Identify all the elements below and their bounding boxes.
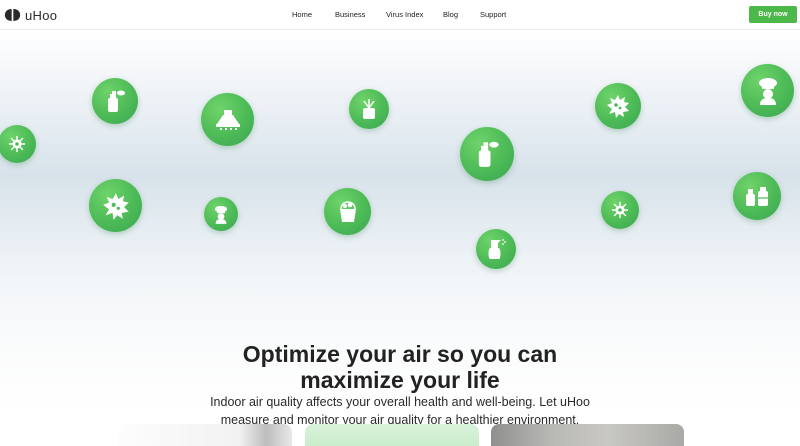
top-navbar: uHoo Home Business Virus Index Blog Supp…: [0, 0, 800, 30]
hero-headline-line-1: Optimize your air so you can: [242, 341, 558, 367]
feature-card-3[interactable]: [491, 424, 684, 446]
hero-headline: Optimize your air so you can maximize yo…: [0, 341, 800, 393]
range-hood-icon: [201, 93, 254, 146]
nav-virus-index[interactable]: Virus Index: [386, 10, 423, 19]
hero-headline-line-2: maximize your life: [300, 367, 500, 393]
spray-bottle-icon: [476, 229, 516, 269]
air-freshener-icon: [349, 89, 389, 129]
buy-now-button[interactable]: Buy now: [749, 6, 797, 23]
cleaning-bucket-icon: [324, 188, 371, 235]
nav-support[interactable]: Support: [480, 10, 506, 19]
virus-icon: [601, 191, 639, 229]
feature-cards-row: [0, 424, 800, 446]
feature-card-2[interactable]: [305, 424, 479, 446]
spray-can-icon: [92, 78, 138, 124]
spray-can-icon: [460, 127, 514, 181]
nav-blog[interactable]: Blog: [443, 10, 458, 19]
mold-icon: [89, 179, 142, 232]
virus-icon: [0, 125, 36, 163]
cleaning-products-icon: [733, 172, 781, 220]
nav-home[interactable]: Home: [292, 10, 312, 19]
mold-icon: [595, 83, 641, 129]
chef-icon: [741, 64, 794, 117]
hero-section: Optimize your air so you can maximize yo…: [0, 31, 800, 427]
nav-links: Home Business Virus Index Blog Support: [0, 10, 800, 22]
hero-subtext-line-1: Indoor air quality affects your overall …: [210, 395, 590, 409]
nav-business[interactable]: Business: [335, 10, 365, 19]
chef-icon: [204, 197, 238, 231]
feature-card-1[interactable]: [118, 424, 292, 446]
